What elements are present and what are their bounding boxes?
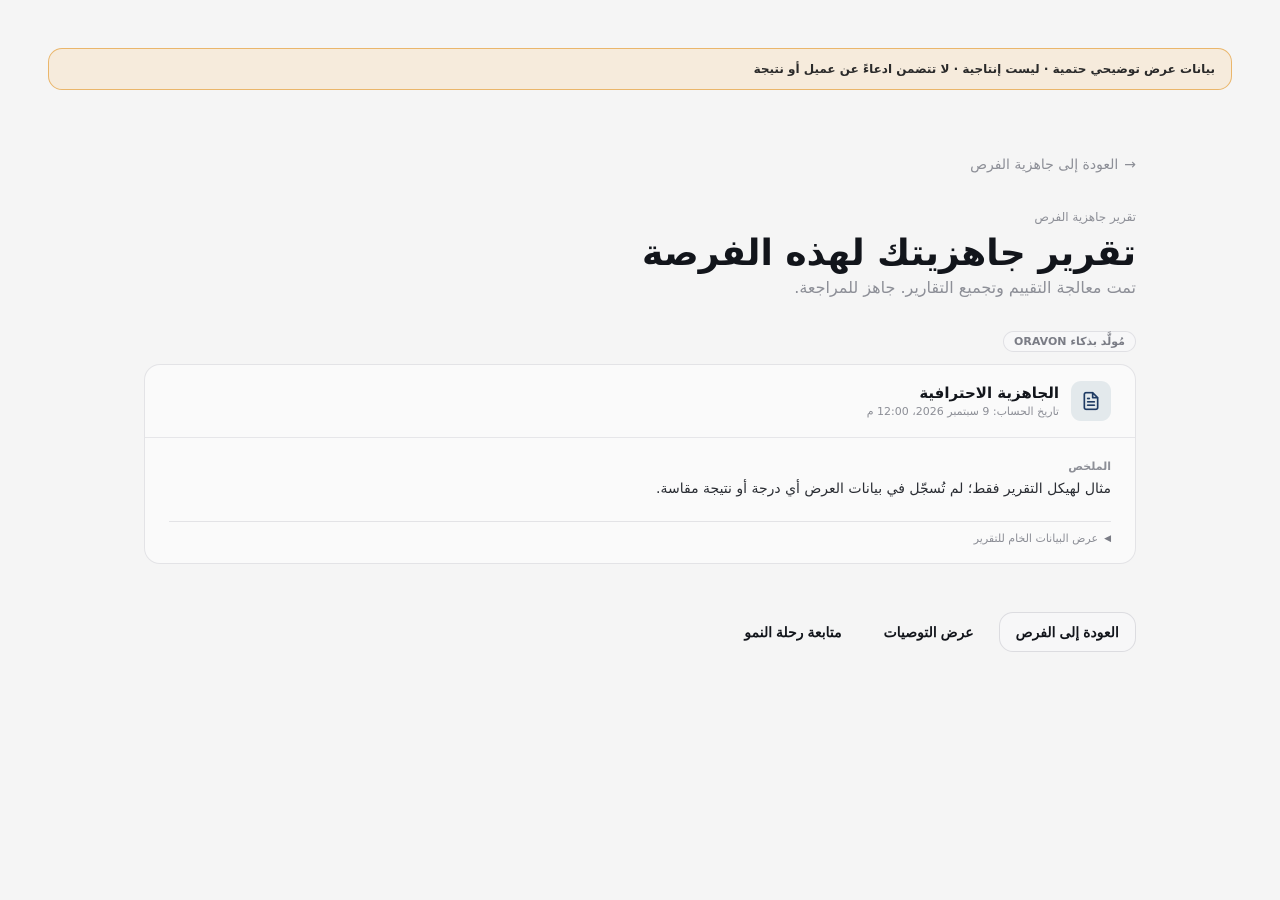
back-to-opportunities-button[interactable]: العودة إلى الفرص bbox=[998, 612, 1136, 652]
growth-journey-button[interactable]: متابعة رحلة النمو bbox=[728, 612, 859, 652]
report-card-header: الجاهزية الاحترافية تاريخ الحساب: 9 سبتم… bbox=[145, 365, 1135, 438]
summary-text: مثال لهيكل التقرير فقط؛ لم تُسجّل في بيا… bbox=[656, 481, 1111, 497]
divider bbox=[169, 521, 1111, 522]
view-recommendations-button[interactable]: عرض التوصيات bbox=[867, 612, 991, 652]
demo-data-banner: بيانات عرض توضيحي حتمية · ليست إنتاجية ·… bbox=[48, 48, 1232, 90]
back-to-readiness-link[interactable]: → العودة إلى جاهزية الفرص bbox=[144, 150, 1136, 180]
action-bar: العودة إلى الفرص عرض التوصيات متابعة رحل… bbox=[144, 612, 1136, 652]
page-title: تقرير جاهزيتك لهذه الفرصة bbox=[642, 233, 1136, 274]
report-card: الجاهزية الاحترافية تاريخ الحساب: 9 سبتم… bbox=[144, 364, 1136, 564]
page-eyebrow: تقرير جاهزية الفرص bbox=[1034, 210, 1136, 224]
summary-label: الملخص bbox=[1068, 460, 1111, 473]
report-card-body: الملخص مثال لهيكل التقرير فقط؛ لم تُسجّل… bbox=[145, 438, 1135, 563]
back-link-label: العودة إلى جاهزية الفرص bbox=[970, 157, 1119, 173]
report-title: الجاهزية الاحترافية bbox=[919, 384, 1059, 402]
arrow-right-icon: → bbox=[1124, 157, 1136, 173]
ai-generated-badge: مُولَّد بذكاء ORAVON bbox=[1003, 331, 1136, 352]
banner-text: بيانات عرض توضيحي حتمية · ليست إنتاجية ·… bbox=[753, 62, 1215, 76]
page-subtitle: تمت معالجة التقييم وتجميع التقارير. جاهز… bbox=[794, 278, 1136, 297]
report-computed-at: تاريخ الحساب: 9 سبتمبر 2026، 12:00 م bbox=[866, 405, 1059, 418]
caret-left-icon: ◀ bbox=[1104, 533, 1111, 544]
document-icon bbox=[1071, 381, 1111, 421]
raw-data-toggle[interactable]: ◀ عرض البيانات الخام للتقرير bbox=[169, 532, 1111, 545]
main-content: → العودة إلى جاهزية الفرص تقرير جاهزية ا… bbox=[144, 150, 1136, 652]
raw-data-toggle-label: عرض البيانات الخام للتقرير bbox=[973, 532, 1099, 545]
